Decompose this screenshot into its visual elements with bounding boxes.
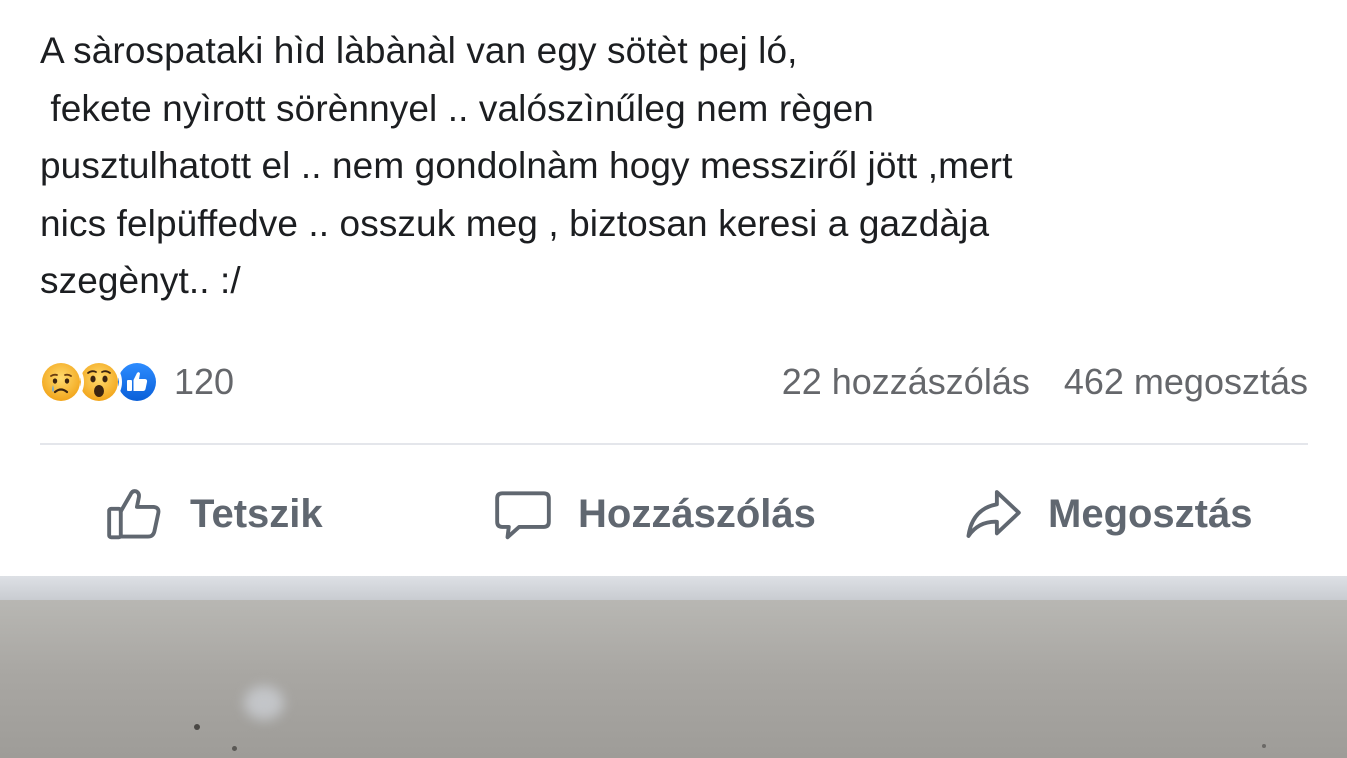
divider <box>40 443 1308 445</box>
post-message-line: nics felpüffedve .. osszuk meg , biztosa… <box>40 202 990 244</box>
photo-highlight <box>244 686 284 720</box>
post-message: A sàrospataki hìd làbànàl van egy sötèt … <box>40 22 1320 310</box>
post-message-line: fekete nyìrott sörènnyel .. valószìnűleg… <box>40 87 874 129</box>
comment-button-label: Hozzászólás <box>578 491 816 536</box>
post-message-line: pusztulhatott el .. nem gondolnàm hogy m… <box>40 145 1013 186</box>
facebook-post-screenshot: A sàrospataki hìd làbànàl van egy sötèt … <box>0 0 1347 758</box>
photo-pebble <box>232 746 237 751</box>
engagement-counts: 22 hozzászólás 462 megosztás <box>782 358 1308 406</box>
post-actions-bar: Tetszik Hozzászólás Megosztás <box>0 462 1347 566</box>
post-message-line: A sàrospataki hìd làbànàl van egy sötèt … <box>40 30 798 71</box>
share-arrow-icon <box>966 490 1021 538</box>
post-card: A sàrospataki hìd làbànàl van egy sötèt … <box>0 0 1347 576</box>
photo-pebble <box>194 724 200 730</box>
sad-reaction-icon <box>38 359 84 405</box>
comment-bubble-icon <box>495 491 551 540</box>
post-message-line: szegènyt.. :/ <box>40 260 241 301</box>
like-button-label: Tetszik <box>190 491 323 536</box>
thumbs-up-icon <box>107 489 161 540</box>
reaction-count: 120 <box>174 361 235 402</box>
comment-count-link[interactable]: 22 hozzászólás <box>782 361 1030 403</box>
photo-pebble <box>1262 744 1266 748</box>
comment-button[interactable]: Hozzászólás <box>492 476 816 552</box>
post-photo[interactable] <box>0 600 1347 758</box>
post-stats-row: 120 22 hozzászólás 462 megosztás <box>38 352 1308 412</box>
share-button-label: Megosztás <box>1048 491 1253 536</box>
like-button[interactable]: Tetszik <box>104 476 323 552</box>
feed-separator <box>0 576 1347 600</box>
share-button[interactable]: Megosztás <box>962 476 1253 552</box>
reactions-summary[interactable]: 120 <box>38 358 234 406</box>
share-count-link[interactable]: 462 megosztás <box>1064 361 1308 403</box>
